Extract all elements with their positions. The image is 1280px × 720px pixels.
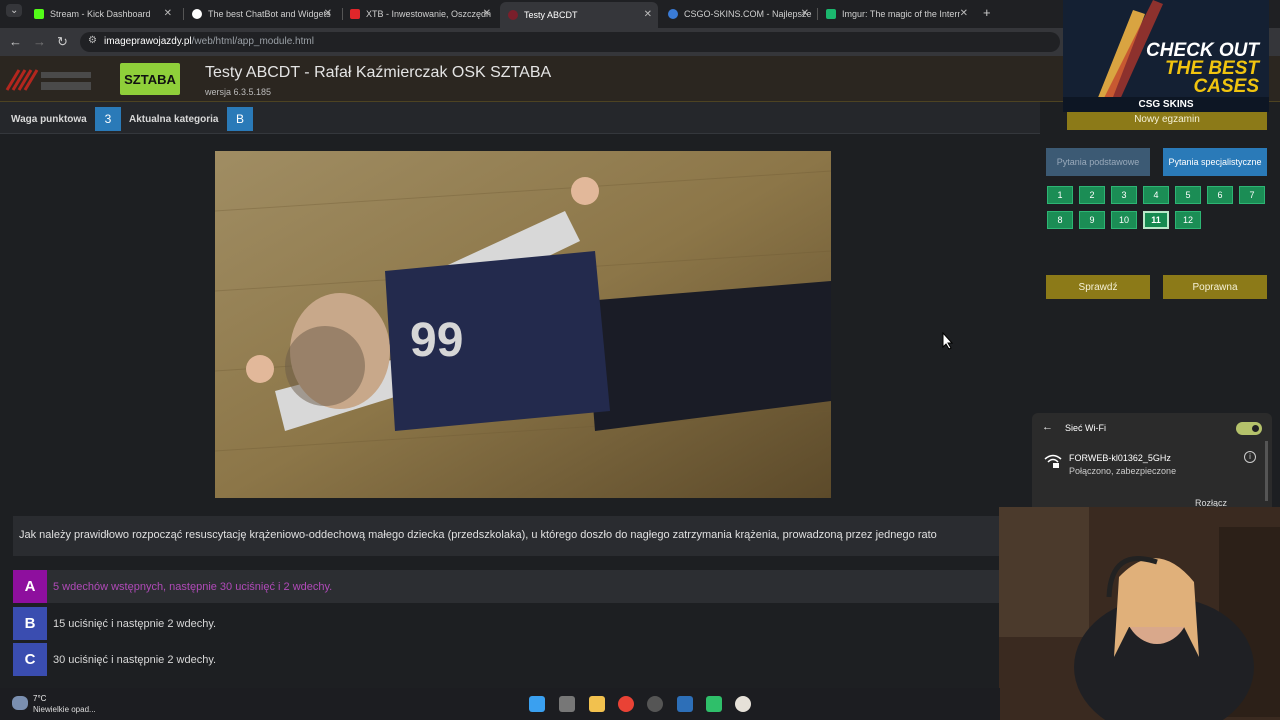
question-number-button[interactable]: 2	[1079, 186, 1105, 204]
answer-letter: B	[13, 607, 47, 640]
close-icon[interactable]: ✕	[801, 8, 809, 19]
reload-icon[interactable]: ↻	[57, 34, 68, 50]
csgo-icon	[668, 9, 678, 19]
tab-search-icon[interactable]: ⌄	[6, 4, 23, 17]
obs-icon[interactable]	[647, 696, 663, 712]
wifi-title: Sieć Wi-Fi	[1065, 423, 1106, 433]
question-number-button[interactable]: 10	[1111, 211, 1137, 229]
webcam-overlay	[999, 507, 1280, 720]
answer-text: 15 uciśnięć i następnie 2 wdechy.	[53, 617, 217, 630]
tab-title: CSGO-SKINS.COM - Najlepsze	[684, 9, 812, 19]
tab-xtb[interactable]: XTB - Inwestowanie, Oszczędn ✕	[342, 4, 497, 24]
special-questions-button[interactable]: Pytania specjalistyczne	[1163, 148, 1267, 176]
kick-icon	[34, 9, 44, 19]
url-host: imageprawojazdy.pl	[104, 36, 192, 47]
close-icon[interactable]: ✕	[960, 8, 968, 19]
weather-description: Niewielkie opad...	[33, 705, 96, 714]
app-icon[interactable]	[735, 696, 751, 712]
tab-title: Stream - Kick Dashboard	[50, 9, 151, 19]
tab-imgur[interactable]: Imgur: The magic of the Interne ✕	[818, 4, 974, 24]
question-image: 99	[215, 151, 831, 498]
scrollbar[interactable]	[1265, 441, 1268, 501]
close-icon[interactable]: ✕	[164, 8, 172, 19]
current-question-number-button[interactable]: 11	[1143, 211, 1169, 229]
correct-answer-button[interactable]: Poprawna	[1163, 275, 1267, 299]
answer-c[interactable]: C 30 uciśnięć i następnie 2 wdechy.	[13, 643, 1000, 676]
category-label: Aktualna kategoria	[129, 114, 219, 125]
question-number-button[interactable]: 6	[1207, 186, 1233, 204]
info-icon[interactable]: i	[1244, 451, 1256, 463]
site-info-icon[interactable]: ⚙	[88, 35, 97, 46]
weather-temp: 7°C	[33, 694, 47, 703]
tab-title: Testy ABCDT	[524, 10, 578, 20]
file-explorer-icon[interactable]	[589, 696, 605, 712]
grupa-image-logo	[5, 69, 91, 91]
ad-brand: CSG SKINS	[1063, 97, 1269, 112]
csgo-skins-ad[interactable]: CHECK OUT THE BEST CASES CSG SKINS	[1063, 0, 1269, 112]
tab-chatbot[interactable]: The best ChatBot and Widgets ✕	[184, 4, 338, 24]
question-number-button[interactable]: 5	[1175, 186, 1201, 204]
xtb-icon	[350, 9, 360, 19]
mouse-cursor-icon	[942, 332, 954, 350]
weather-icon[interactable]	[12, 696, 28, 710]
back-icon[interactable]: ←	[9, 34, 22, 49]
wifi-toggle[interactable]	[1236, 422, 1262, 435]
address-bar[interactable]: ⚙ imageprawojazdy.pl/web/html/app_module…	[80, 32, 1060, 52]
tab-title: The best ChatBot and Widgets	[208, 9, 331, 19]
sztaba-logo: SZTABA	[120, 63, 180, 95]
answer-b[interactable]: B 15 uciśnięć i następnie 2 wdechy.	[13, 607, 1000, 640]
new-tab-icon[interactable]: +	[983, 5, 991, 20]
close-icon[interactable]: ✕	[324, 8, 332, 19]
info-bar: Waga punktowa 3 Aktualna kategoria B	[0, 102, 1040, 134]
close-icon[interactable]: ✕	[644, 9, 652, 20]
imgur-icon	[826, 9, 836, 19]
ad-headline-3: CASES	[1193, 76, 1259, 97]
tab-kick[interactable]: Stream - Kick Dashboard ✕	[26, 4, 178, 24]
forward-icon[interactable]: →	[33, 34, 46, 49]
answer-letter: C	[13, 643, 47, 676]
url-text: imageprawojazdy.pl/web/html/app_module.h…	[104, 36, 314, 47]
answer-letter: A	[13, 570, 47, 603]
category-value: B	[227, 107, 253, 131]
wifi-flyout: ← Sieć Wi-Fi FORWEB-kl01362_5GHz Połączo…	[1032, 413, 1272, 508]
wifi-ssid: FORWEB-kl01362_5GHz	[1069, 453, 1171, 463]
weight-value: 3	[95, 107, 121, 131]
answer-text: 5 wdechów wstępnych, następnie 30 uciśni…	[53, 580, 333, 593]
question-number-button[interactable]: 9	[1079, 211, 1105, 229]
tab-title: Imgur: The magic of the Interne	[842, 9, 960, 19]
page-title: Testy ABCDT - Rafał Kaźmierczak OSK SZTA…	[205, 64, 552, 81]
wifi-secure-icon	[1044, 454, 1062, 468]
taskbar: 7°C Niewielkie opad...	[0, 688, 1000, 720]
question-text: Jak należy prawidłowo rozpocząć resuscyt…	[13, 516, 1000, 556]
tab-title: XTB - Inwestowanie, Oszczędn	[366, 9, 492, 19]
question-number-button[interactable]: 8	[1047, 211, 1073, 229]
tab-testy-abcdt[interactable]: Testy ABCDT ✕	[500, 2, 658, 28]
question-number-button[interactable]: 12	[1175, 211, 1201, 229]
svg-text:99: 99	[410, 314, 463, 367]
answer-a[interactable]: A 5 wdechów wstępnych, następnie 30 uciś…	[13, 570, 1000, 603]
kick-app-icon[interactable]	[706, 696, 722, 712]
chatbot-icon	[192, 9, 202, 19]
back-icon[interactable]: ←	[1042, 421, 1053, 433]
task-view-icon[interactable]	[559, 696, 575, 712]
close-icon[interactable]: ✕	[483, 8, 491, 19]
start-icon[interactable]	[529, 696, 545, 712]
weight-label: Waga punktowa	[11, 114, 87, 125]
app-icon[interactable]	[677, 696, 693, 712]
wifi-status: Połączono, zabezpieczone	[1069, 466, 1177, 476]
question-number-button[interactable]: 3	[1111, 186, 1137, 204]
testy-icon	[508, 10, 518, 20]
question-number-button[interactable]: 7	[1239, 186, 1265, 204]
check-button[interactable]: Sprawdź	[1046, 275, 1150, 299]
tab-csgo-skins[interactable]: CSGO-SKINS.COM - Najlepsze ✕	[660, 4, 815, 24]
chrome-icon[interactable]	[618, 696, 634, 712]
question-number-button[interactable]: 1	[1047, 186, 1073, 204]
question-number-button[interactable]: 4	[1143, 186, 1169, 204]
answer-text: 30 uciśnięć i następnie 2 wdechy.	[53, 653, 217, 666]
basic-questions-button[interactable]: Pytania podstawowe	[1046, 148, 1150, 176]
version-label: wersja 6.3.5.185	[205, 87, 272, 97]
url-path: /web/html/app_module.html	[191, 36, 314, 47]
